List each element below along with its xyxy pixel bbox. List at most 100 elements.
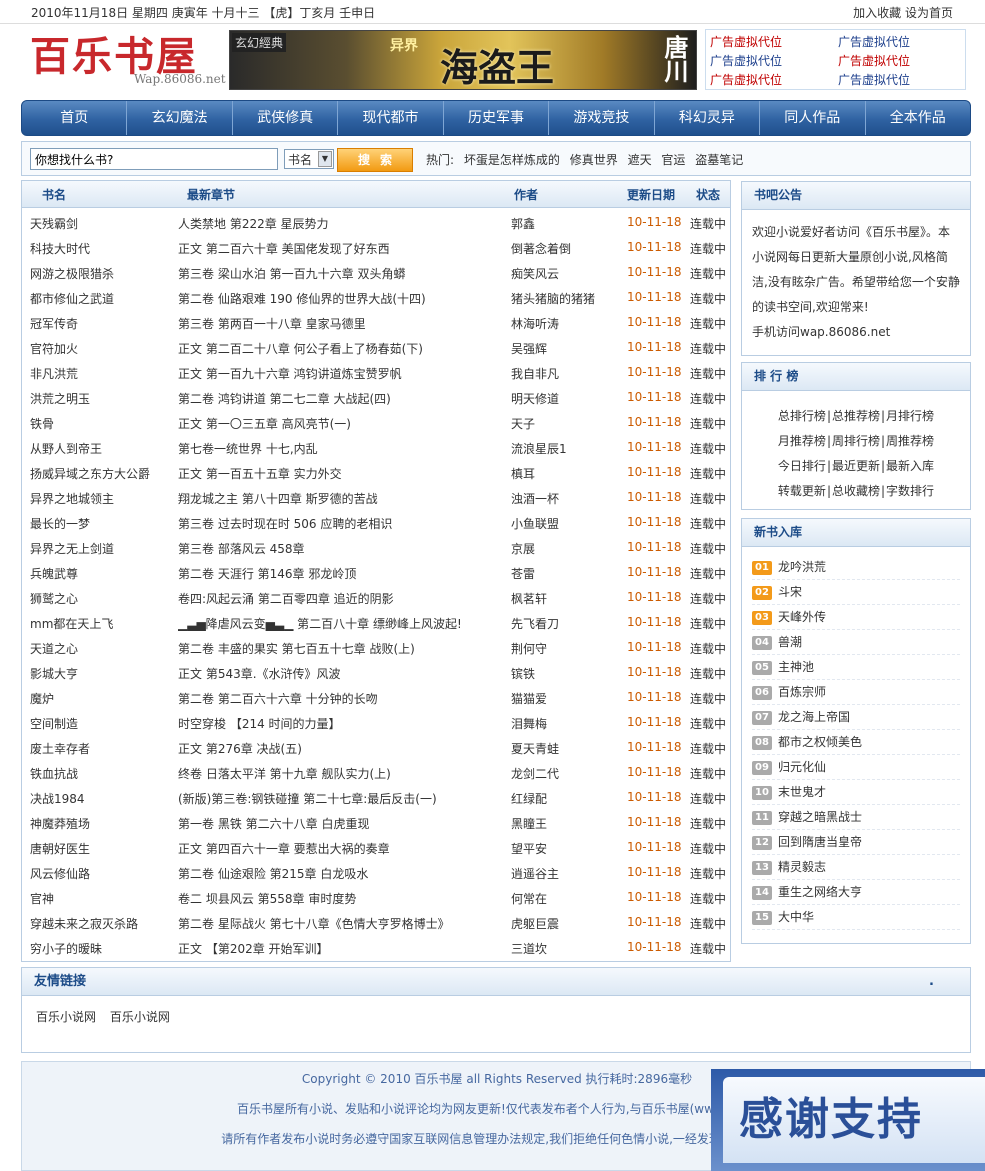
book-name-link[interactable]: 天残霸剑: [30, 215, 175, 232]
book-name-link[interactable]: 铁骨: [30, 415, 175, 432]
newbook-link[interactable]: 重生之网络大亨: [778, 885, 862, 899]
banner-ad[interactable]: 玄幻經典 异界 海盗王 唐川: [229, 30, 697, 90]
nav-games[interactable]: 游戏竞技: [549, 101, 655, 135]
nav-complete[interactable]: 全本作品: [866, 101, 970, 135]
latest-chapter-link[interactable]: 正文 【第202章 开始军训】: [178, 940, 508, 957]
book-name-link[interactable]: 最长的一梦: [30, 515, 175, 532]
book-name-link[interactable]: 异界之地城领主: [30, 490, 175, 507]
book-name-link[interactable]: 网游之极限猎杀: [30, 265, 175, 282]
latest-chapter-link[interactable]: 第七卷一统世界 十七,内乱: [178, 440, 508, 457]
hot-link[interactable]: 盗墓笔记: [695, 153, 743, 167]
latest-chapter-link[interactable]: 正文 第543章.《水浒传》风波: [178, 665, 508, 682]
latest-chapter-link[interactable]: 正文 第一百五十五章 实力外交: [178, 465, 508, 482]
ad-link[interactable]: 广告虚拟代位: [838, 52, 910, 69]
rank-link[interactable]: 总推荐榜: [832, 409, 880, 423]
ad-link[interactable]: 广告虚拟代位: [710, 52, 782, 69]
newbook-link[interactable]: 龙之海上帝国: [778, 710, 850, 724]
nav-fantasy[interactable]: 玄幻魔法: [127, 101, 233, 135]
latest-chapter-link[interactable]: 第二卷 仙途艰险 第215章 白龙吸水: [178, 865, 508, 882]
nav-history[interactable]: 历史军事: [444, 101, 550, 135]
latest-chapter-link[interactable]: 正文 第276章 决战(五): [178, 740, 508, 757]
search-type-select[interactable]: 书名 ▼: [284, 149, 334, 169]
ad-link[interactable]: 广告虚拟代位: [838, 71, 910, 88]
newbook-link[interactable]: 穿越之暗黑战士: [778, 810, 862, 824]
latest-chapter-link[interactable]: 第二卷 第二百六十六章 十分钟的长吻: [178, 690, 508, 707]
book-name-link[interactable]: 风云修仙路: [30, 865, 175, 882]
latest-chapter-link[interactable]: 第一卷 黑铁 第二六十八章 白虎重现: [178, 815, 508, 832]
book-name-link[interactable]: 魔炉: [30, 690, 175, 707]
book-name-link[interactable]: 神魔莽殖场: [30, 815, 175, 832]
newbook-link[interactable]: 斗宋: [778, 585, 802, 599]
book-name-link[interactable]: 从野人到帝王: [30, 440, 175, 457]
book-name-link[interactable]: 洪荒之明玉: [30, 390, 175, 407]
newbook-link[interactable]: 末世鬼才: [778, 785, 826, 799]
book-name-link[interactable]: 穷小子的暧昧: [30, 940, 175, 957]
book-name-link[interactable]: 天道之心: [30, 640, 175, 657]
newbook-link[interactable]: 大中华: [778, 910, 814, 924]
latest-chapter-link[interactable]: 正文 第二百二十八章 何公子看上了杨春茹(下): [178, 340, 508, 357]
book-name-link[interactable]: 狮鹫之心: [30, 590, 175, 607]
site-logo[interactable]: 百乐书屋 Wap.86086.net: [30, 32, 226, 88]
rank-link[interactable]: 今日排行: [778, 459, 826, 473]
rank-link[interactable]: 月推荐榜: [778, 434, 826, 448]
newbook-link[interactable]: 天峰外传: [778, 610, 826, 624]
rank-link[interactable]: 总排行榜: [778, 409, 826, 423]
newbook-link[interactable]: 归元化仙: [778, 760, 826, 774]
hot-link[interactable]: 修真世界: [570, 153, 618, 167]
book-name-link[interactable]: 异界之无上剑道: [30, 540, 175, 557]
rank-link[interactable]: 最新入库: [886, 459, 934, 473]
latest-chapter-link[interactable]: 人类禁地 第222章 星辰势力: [178, 215, 508, 232]
book-name-link[interactable]: 冠军传奇: [30, 315, 175, 332]
nav-wuxia[interactable]: 武侠修真: [233, 101, 339, 135]
nav-home[interactable]: 首页: [22, 101, 128, 135]
rank-link[interactable]: 周推荐榜: [886, 434, 934, 448]
book-name-link[interactable]: mm都在天上飞: [30, 615, 175, 632]
newbook-link[interactable]: 精灵毅志: [778, 860, 826, 874]
rank-link[interactable]: 总收藏榜: [832, 484, 880, 498]
rank-link[interactable]: 字数排行: [886, 484, 934, 498]
latest-chapter-link[interactable]: 正文 第一〇三五章 高风亮节(一): [178, 415, 508, 432]
book-name-link[interactable]: 科技大时代: [30, 240, 175, 257]
nav-scifi[interactable]: 科幻灵异: [655, 101, 761, 135]
nav-urban[interactable]: 现代都市: [338, 101, 444, 135]
latest-chapter-link[interactable]: 卷二 坝县风云 第558章 审时度势: [178, 890, 508, 907]
latest-chapter-link[interactable]: 第三卷 过去时现在时 506 应聘的老相识: [178, 515, 508, 532]
book-name-link[interactable]: 官符加火: [30, 340, 175, 357]
book-name-link[interactable]: 废土幸存者: [30, 740, 175, 757]
latest-chapter-link[interactable]: 时空穿梭 【214 时间的力量】: [178, 715, 508, 732]
book-name-link[interactable]: 非凡洪荒: [30, 365, 175, 382]
book-name-link[interactable]: 穿越未来之寂灭杀路: [30, 915, 175, 932]
latest-chapter-link[interactable]: 第二卷 仙路艰难 190 修仙界的世界大战(十四): [178, 290, 508, 307]
latest-chapter-link[interactable]: 第三卷 部落风云 458章: [178, 540, 508, 557]
search-input[interactable]: [30, 148, 278, 170]
latest-chapter-link[interactable]: (新版)第三卷:钢铁碰撞 第二十七章:最后反击(一): [178, 790, 508, 807]
latest-chapter-link[interactable]: 第二卷 鸿钧讲道 第二七二章 大战起(四): [178, 390, 508, 407]
latest-chapter-link[interactable]: 第三卷 第两百一十八章 皇家马德里: [178, 315, 508, 332]
rank-link[interactable]: 周排行榜: [832, 434, 880, 448]
hot-link[interactable]: 遮天: [628, 153, 652, 167]
rank-link[interactable]: 转载更新: [778, 484, 826, 498]
rank-link[interactable]: 最近更新: [832, 459, 880, 473]
newbook-link[interactable]: 龙吟洪荒: [778, 560, 826, 574]
hot-link[interactable]: 官运: [661, 153, 685, 167]
newbook-link[interactable]: 回到隋唐当皇帝: [778, 835, 862, 849]
book-name-link[interactable]: 都市修仙之武道: [30, 290, 175, 307]
bookmark-link[interactable]: 加入收藏: [853, 6, 901, 20]
hot-link[interactable]: 坏蛋是怎样炼成的: [464, 153, 560, 167]
newbook-link[interactable]: 兽潮: [778, 635, 802, 649]
latest-chapter-link[interactable]: 第三卷 梁山水泊 第一百九十六章 双头角蟒: [178, 265, 508, 282]
latest-chapter-link[interactable]: 正文 第四百六十一章 要惹出大祸的奏章: [178, 840, 508, 857]
friend-link[interactable]: 百乐小说网: [110, 1010, 170, 1024]
ad-link[interactable]: 广告虚拟代位: [710, 33, 782, 50]
book-name-link[interactable]: 决战1984: [30, 790, 175, 807]
ad-link[interactable]: 广告虚拟代位: [710, 71, 782, 88]
latest-chapter-link[interactable]: 第二卷 丰盛的果实 第七百五十七章 战败(上): [178, 640, 508, 657]
latest-chapter-link[interactable]: 正文 第一百九十六章 鸿钧讲道炼宝赞罗帆: [178, 365, 508, 382]
latest-chapter-link[interactable]: 第二卷 星际战火 第七十八章《色情大亨罗格博士》: [178, 915, 508, 932]
newbook-link[interactable]: 百炼宗师: [778, 685, 826, 699]
book-name-link[interactable]: 铁血抗战: [30, 765, 175, 782]
latest-chapter-link[interactable]: 正文 第二百六十章 美国佬发现了好东西: [178, 240, 508, 257]
latest-chapter-link[interactable]: 翔龙城之主 第八十四章 斯罗德的苦战: [178, 490, 508, 507]
nav-fanfic[interactable]: 同人作品: [760, 101, 866, 135]
latest-chapter-link[interactable]: ▁▃▅降虐风云变▅▃▁ 第二百八十章 缥缈峰上风波起!: [178, 615, 508, 632]
